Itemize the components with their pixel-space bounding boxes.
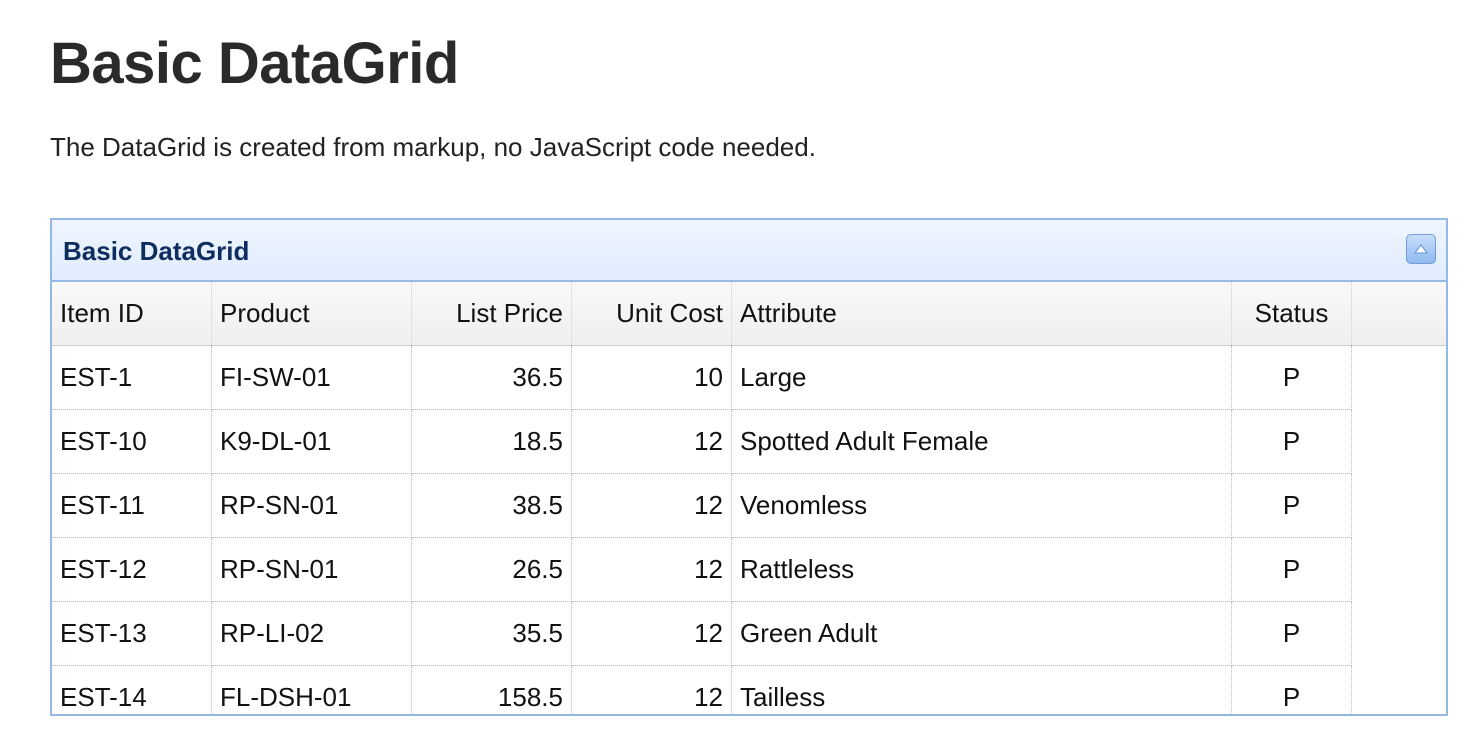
cell-filler [1352,410,1446,474]
cell-list-price: 35.5 [412,602,572,666]
cell-filler [1352,474,1446,538]
cell-filler [1352,602,1446,666]
grid-header-row: Item ID Product List Price Unit Cost Att… [52,282,1446,346]
cell-unit-cost: 12 [572,410,732,474]
table-row[interactable]: EST-12 RP-SN-01 26.5 12 Rattleless P [52,538,1446,602]
cell-status: P [1232,538,1352,602]
cell-product: RP-LI-02 [212,602,412,666]
grid-body: EST-1 FI-SW-01 36.5 10 Large P EST-10 K9… [52,346,1446,714]
column-header-unit-cost[interactable]: Unit Cost [572,282,732,345]
cell-product: FI-SW-01 [212,346,412,410]
cell-unit-cost: 12 [572,538,732,602]
cell-filler [1352,346,1446,410]
cell-attribute: Rattleless [732,538,1232,602]
column-header-item-id[interactable]: Item ID [52,282,212,345]
cell-item-id: EST-13 [52,602,212,666]
cell-filler [1352,666,1446,714]
cell-attribute: Spotted Adult Female [732,410,1232,474]
cell-list-price: 36.5 [412,346,572,410]
cell-unit-cost: 12 [572,666,732,714]
column-header-product[interactable]: Product [212,282,412,345]
cell-unit-cost: 12 [572,474,732,538]
cell-status: P [1232,346,1352,410]
cell-status: P [1232,410,1352,474]
cell-item-id: EST-1 [52,346,212,410]
cell-product: RP-SN-01 [212,474,412,538]
cell-product: RP-SN-01 [212,538,412,602]
cell-unit-cost: 12 [572,602,732,666]
cell-attribute: Tailless [732,666,1232,714]
cell-filler [1352,538,1446,602]
page-title: Basic DataGrid [50,31,459,96]
cell-status: P [1232,474,1352,538]
cell-product: K9-DL-01 [212,410,412,474]
cell-list-price: 158.5 [412,666,572,714]
cell-attribute: Large [732,346,1232,410]
column-header-list-price[interactable]: List Price [412,282,572,345]
cell-product: FL-DSH-01 [212,666,412,714]
page-description: The DataGrid is created from markup, no … [50,132,816,162]
cell-list-price: 26.5 [412,538,572,602]
cell-attribute: Green Adult [732,602,1232,666]
column-header-attribute[interactable]: Attribute [732,282,1232,345]
cell-item-id: EST-12 [52,538,212,602]
panel-title: Basic DataGrid [63,236,250,266]
cell-item-id: EST-14 [52,666,212,714]
cell-item-id: EST-10 [52,410,212,474]
cell-item-id: EST-11 [52,474,212,538]
cell-list-price: 38.5 [412,474,572,538]
cell-attribute: Venomless [732,474,1232,538]
cell-status: P [1232,602,1352,666]
chevron-up-icon [1414,244,1428,254]
panel-header: Basic DataGrid [52,220,1446,282]
cell-unit-cost: 10 [572,346,732,410]
datagrid-panel: Basic DataGrid Item ID Product List Pric… [50,218,1448,716]
table-row[interactable]: EST-11 RP-SN-01 38.5 12 Venomless P [52,474,1446,538]
cell-list-price: 18.5 [412,410,572,474]
cell-status: P [1232,666,1352,714]
table-row[interactable]: EST-10 K9-DL-01 18.5 12 Spotted Adult Fe… [52,410,1446,474]
collapse-button[interactable] [1406,234,1436,264]
table-row[interactable]: EST-13 RP-LI-02 35.5 12 Green Adult P [52,602,1446,666]
table-row[interactable]: EST-1 FI-SW-01 36.5 10 Large P [52,346,1446,410]
column-header-status[interactable]: Status [1232,282,1352,345]
column-header-filler [1352,282,1446,345]
page: Basic DataGrid The DataGrid is created f… [0,0,1476,746]
table-row[interactable]: EST-14 FL-DSH-01 158.5 12 Tailless P [52,666,1446,714]
